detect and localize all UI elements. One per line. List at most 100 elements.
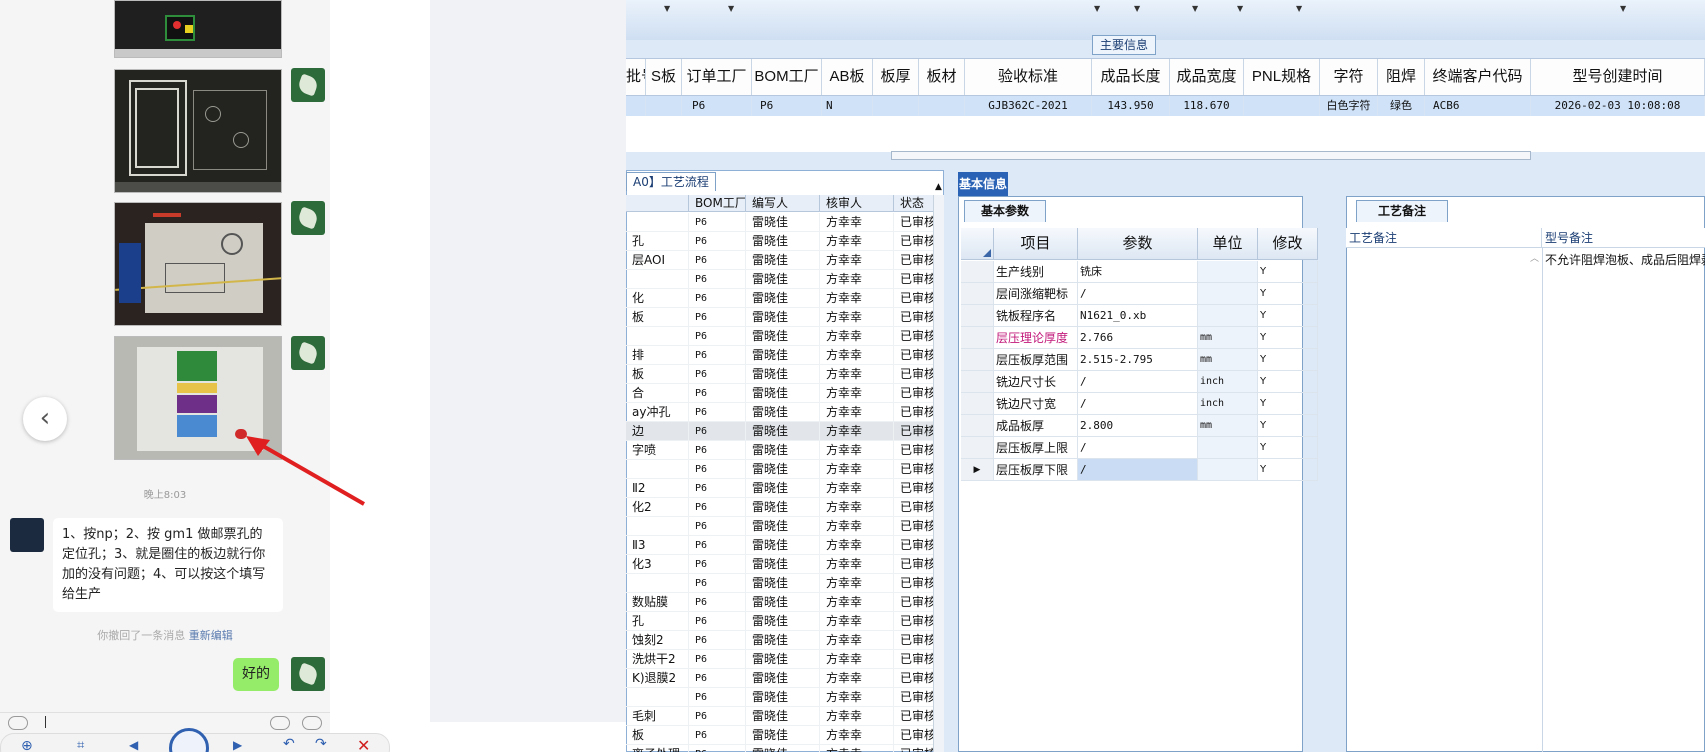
dropdown-arrow-icon[interactable]: ▼: [728, 4, 734, 13]
chat-image[interactable]: [114, 69, 282, 193]
param-value[interactable]: 2.800: [1078, 415, 1198, 436]
chat-image[interactable]: [114, 0, 282, 58]
table-row[interactable]: Ⅱ3 P6 雷晓佳 方幸幸 已审核: [626, 536, 944, 555]
table-row[interactable]: 化 P6 雷晓佳 方幸幸 已审核: [626, 289, 944, 308]
col-header[interactable]: 修改: [1258, 228, 1318, 259]
next-icon[interactable]: ▶: [233, 738, 242, 752]
col-header[interactable]: PNL规格: [1244, 59, 1320, 95]
avatar[interactable]: [291, 201, 325, 235]
param-row[interactable]: 铣边尺寸宽 / inch Y: [961, 393, 1318, 415]
param-row[interactable]: 成品板厚 2.800 mm Y: [961, 415, 1318, 437]
process-flow-tab[interactable]: A0】工艺流程: [626, 172, 716, 191]
row-selector[interactable]: [961, 415, 994, 436]
col-header[interactable]: 板厚: [873, 59, 919, 95]
voice-icon[interactable]: [8, 716, 28, 730]
row-selector[interactable]: [961, 283, 994, 304]
scroll-up-icon[interactable]: ︿: [1530, 251, 1539, 264]
table-row[interactable]: Ⅱ2 P6 雷晓佳 方幸幸 已审核: [626, 479, 944, 498]
col-header[interactable]: [626, 195, 689, 211]
param-row[interactable]: 生产线别 铣床 Y: [961, 261, 1318, 283]
dropdown-arrow-icon[interactable]: ▼: [1192, 4, 1198, 13]
table-row[interactable]: 合 P6 雷晓佳 方幸幸 已审核: [626, 384, 944, 403]
col-header[interactable]: 单位: [1198, 228, 1258, 259]
scroll-up-icon[interactable]: ▲: [935, 182, 942, 192]
table-row[interactable]: P6 雷晓佳 方幸幸 已审核: [626, 460, 944, 479]
table-row[interactable]: 孔 P6 雷晓佳 方幸幸 已审核: [626, 232, 944, 251]
dropdown-arrow-icon[interactable]: ▼: [1237, 4, 1243, 13]
select-all-icon[interactable]: [961, 228, 994, 259]
table-row[interactable]: 洗烘干2 P6 雷晓佳 方幸幸 已审核: [626, 650, 944, 669]
col-header[interactable]: 字符: [1320, 59, 1378, 95]
table-row[interactable]: 化3 P6 雷晓佳 方幸幸 已审核: [626, 555, 944, 574]
undo-icon[interactable]: ↶: [283, 736, 295, 752]
row-selector[interactable]: [961, 305, 994, 326]
param-value[interactable]: /: [1078, 437, 1198, 458]
col-header[interactable]: 项目: [994, 228, 1078, 259]
table-row[interactable]: 排 P6 雷晓佳 方幸幸 已审核: [626, 346, 944, 365]
col-header[interactable]: AB板: [822, 59, 873, 95]
param-row[interactable]: 层压理论厚度 2.766 mm Y: [961, 327, 1318, 349]
emoji-icon[interactable]: [270, 716, 290, 730]
table-row[interactable]: 字喷 P6 雷晓佳 方幸幸 已审核: [626, 441, 944, 460]
param-value[interactable]: /: [1078, 371, 1198, 392]
avatar[interactable]: [291, 657, 325, 691]
dropdown-arrow-icon[interactable]: ▼: [1296, 4, 1302, 13]
col-header[interactable]: 成品宽度: [1170, 59, 1244, 95]
col-header[interactable]: BOM工厂: [752, 59, 822, 95]
param-row[interactable]: 层压板厚范围 2.515-2.795 mm Y: [961, 349, 1318, 371]
col-header[interactable]: 核审人: [820, 195, 894, 211]
col-header[interactable]: 参数: [1078, 228, 1198, 259]
basic-params-tab[interactable]: 基本参数: [964, 200, 1046, 222]
col-header[interactable]: 验收标准: [965, 59, 1092, 95]
table-row[interactable]: P6 雷晓佳 方幸幸 已审核: [626, 688, 944, 707]
param-value[interactable]: 2.766: [1078, 327, 1198, 348]
avatar[interactable]: [10, 518, 44, 552]
row-selector[interactable]: [961, 437, 994, 458]
vertical-scrollbar[interactable]: ▲: [933, 182, 944, 752]
param-value[interactable]: /: [1078, 393, 1198, 414]
col-header[interactable]: BOM工厂: [689, 195, 746, 211]
basic-info-title[interactable]: 基本信息: [958, 172, 1008, 196]
col-header[interactable]: 状态: [894, 195, 934, 211]
main-info-tab[interactable]: 主要信息: [1092, 35, 1156, 55]
param-row[interactable]: 层间涨缩靶标 / Y: [961, 283, 1318, 305]
table-row[interactable]: P6 雷晓佳 方幸幸 已审核: [626, 517, 944, 536]
table-row[interactable]: 孔 P6 雷晓佳 方幸幸 已审核: [626, 612, 944, 631]
table-row[interactable]: 化2 P6 雷晓佳 方幸幸 已审核: [626, 498, 944, 517]
chat-image[interactable]: [114, 202, 282, 326]
col-header[interactable]: 阻焊: [1378, 59, 1425, 95]
row-selector[interactable]: [961, 371, 994, 392]
param-value[interactable]: 铣床: [1078, 261, 1198, 282]
splitter[interactable]: [1328, 196, 1344, 752]
param-value[interactable]: N1621_0.xb: [1078, 305, 1198, 326]
avatar[interactable]: [291, 336, 325, 370]
dropdown-arrow-icon[interactable]: ▼: [664, 4, 670, 13]
col-header[interactable]: 编写人: [746, 195, 820, 211]
row-selector[interactable]: [961, 393, 994, 414]
row-selector[interactable]: [961, 261, 994, 282]
table-row[interactable]: P6 雷晓佳 方幸幸 已审核: [626, 213, 944, 232]
add-icon[interactable]: [302, 716, 322, 730]
col-header[interactable]: S板: [646, 59, 682, 95]
horizontal-scrollbar[interactable]: [891, 151, 1531, 160]
col-header[interactable]: 板材: [919, 59, 965, 95]
table-row[interactable]: 离子处理P6雷晓佳方幸幸已审核: [626, 745, 944, 752]
col-header[interactable]: 成品长度: [1092, 59, 1170, 95]
model-notes-text[interactable]: 不允许阻焊泡板、成品后阻焊剥: [1545, 251, 1705, 268]
table-row[interactable]: 数贴膜 P6 雷晓佳 方幸幸 已审核: [626, 593, 944, 612]
table-row[interactable]: P6 雷晓佳 方幸幸 已审核: [626, 327, 944, 346]
outgoing-message[interactable]: 好的: [233, 658, 279, 691]
table-row[interactable]: P6 雷晓佳 方幸幸 已审核: [626, 574, 944, 593]
col-header[interactable]: 订单工厂: [682, 59, 752, 95]
crop-icon[interactable]: ⌗: [77, 738, 84, 752]
param-row[interactable]: ▶ 层压板厚下限 / Y: [961, 459, 1318, 481]
dropdown-arrow-icon[interactable]: ▼: [1094, 4, 1100, 13]
dropdown-arrow-icon[interactable]: ▼: [1134, 4, 1140, 13]
close-icon[interactable]: ✕: [357, 736, 370, 752]
avatar[interactable]: [291, 68, 325, 102]
row-selector[interactable]: ▶: [961, 459, 994, 480]
col-header[interactable]: 终端客户代码: [1425, 59, 1531, 95]
table-row[interactable]: K)退膜2 P6 雷晓佳 方幸幸 已审核: [626, 669, 944, 688]
param-row[interactable]: 铣边尺寸长 / inch Y: [961, 371, 1318, 393]
col-header[interactable]: 批号: [626, 59, 646, 95]
